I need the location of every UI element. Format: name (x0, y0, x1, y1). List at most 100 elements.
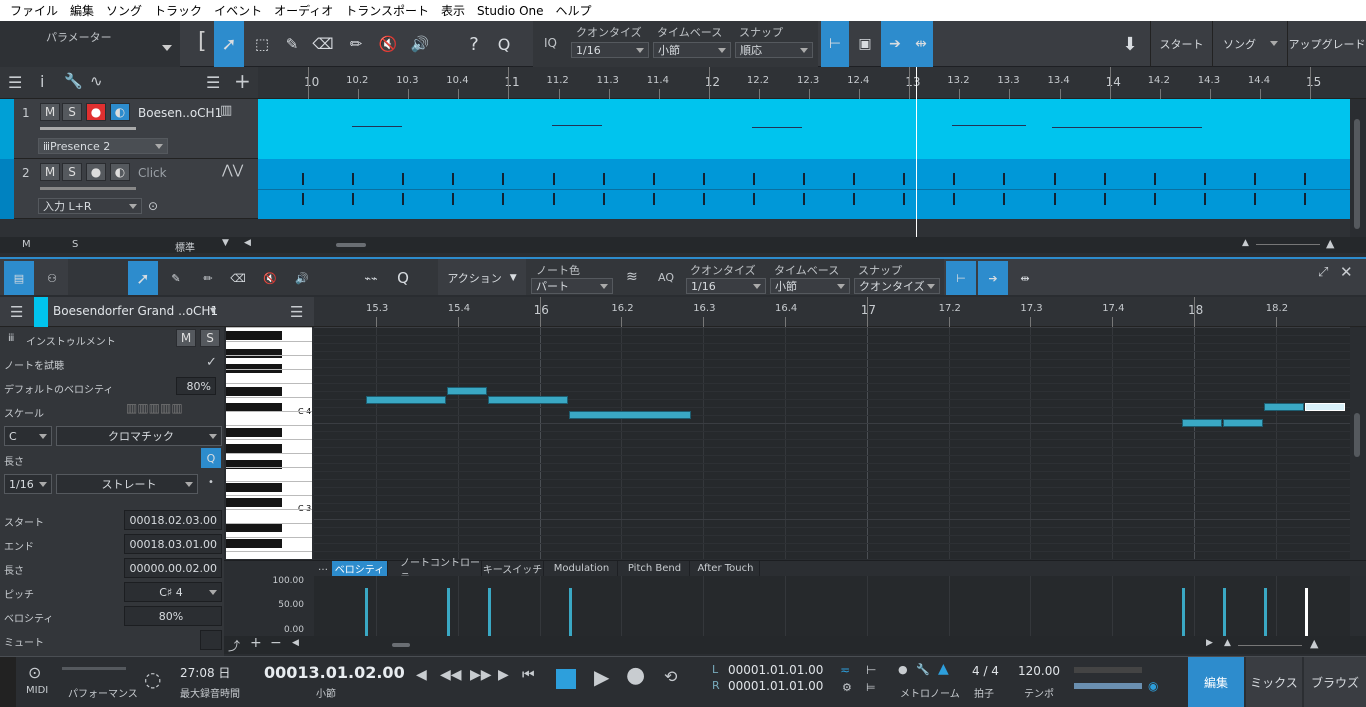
midi-note[interactable] (447, 387, 487, 395)
record-arm-button[interactable]: ● (86, 163, 106, 181)
selected-midi-note[interactable] (1305, 403, 1345, 411)
eraser-tool-button[interactable]: ⌫ (308, 21, 338, 67)
chevron-down-icon[interactable]: ▼ (222, 238, 229, 248)
editor-mute-tool[interactable]: 🔇 (256, 261, 284, 295)
monitor-button[interactable]: ◐ (110, 103, 130, 121)
controller-tab[interactable]: Modulation (546, 561, 618, 576)
precount-icon[interactable]: ⊢ (866, 663, 876, 677)
black-key[interactable] (226, 349, 282, 358)
black-key[interactable] (226, 498, 282, 507)
arrow-tool-button[interactable]: ➚ (214, 21, 244, 67)
monitor-button[interactable]: ◐ (110, 163, 130, 181)
record-icon[interactable]: ● (626, 663, 645, 688)
step-record-button[interactable]: ⌁⌁ (356, 261, 386, 295)
editor-hscroll-thumb[interactable] (392, 643, 410, 647)
arrow-left-icon[interactable]: ◀ (244, 238, 251, 248)
controller-tab[interactable]: After Touch (692, 561, 760, 576)
list-icon[interactable]: ☰ (290, 303, 303, 321)
controller-tab[interactable]: ノートコントローラー (400, 558, 482, 584)
menu-item[interactable]: オーディオ (268, 2, 339, 19)
forward-icon[interactable]: ▶▶ (470, 667, 492, 683)
black-key[interactable] (226, 331, 282, 340)
mute-tool-button[interactable]: 🔇 (374, 21, 402, 67)
track-2-event[interactable] (258, 159, 1357, 219)
footer-mute[interactable]: M (22, 239, 31, 250)
arrow-left-icon[interactable]: ◀ (292, 638, 299, 648)
arrange-hscroll[interactable] (264, 241, 1348, 249)
metronome-icon[interactable]: ▲ (938, 661, 949, 677)
editor-zoom-slider[interactable] (1238, 645, 1302, 646)
editor-follow-button[interactable]: ➔ (978, 261, 1008, 295)
listen-tool-button[interactable]: 🔊 (406, 21, 434, 67)
start-field[interactable]: 00018.02.03.00 (124, 510, 222, 530)
input-select[interactable]: 入力 L+R (38, 198, 142, 214)
humanize-icon[interactable]: ≋ (626, 269, 638, 285)
edit-view-button[interactable]: 編集 (1188, 657, 1244, 707)
stop-button[interactable] (556, 669, 576, 689)
editor-arrow-tool[interactable]: ➚ (128, 261, 158, 295)
upgrade-button[interactable]: アップグレード (1287, 21, 1366, 67)
black-key[interactable] (226, 428, 282, 437)
tempo-value[interactable]: 120.00 (1018, 664, 1060, 678)
split-button[interactable]: ⇹ (909, 21, 933, 67)
mix-view-button[interactable]: ミックス (1246, 657, 1302, 707)
menu-item[interactable]: Studio One (471, 4, 549, 18)
velocity-bar[interactable] (447, 588, 450, 636)
list-icon[interactable]: ☰ (206, 73, 220, 92)
automation-icon[interactable]: ∿ (90, 72, 103, 90)
midi-note[interactable] (488, 396, 568, 404)
menu-item[interactable]: ファイル (4, 2, 64, 19)
loop-start-value[interactable]: 00001.01.01.00 (728, 663, 823, 677)
return-to-zero-icon[interactable]: ◀ (416, 667, 427, 683)
help-button[interactable]: ? (460, 21, 488, 67)
editor-split-button[interactable]: ⇹ (1010, 261, 1040, 295)
checkmark-icon[interactable]: ✓ (206, 355, 217, 370)
track-name[interactable]: Boesen..oCH1 (138, 106, 222, 120)
menu-item[interactable]: トラック (148, 2, 208, 19)
black-key[interactable] (226, 387, 282, 396)
end-icon[interactable]: ▶ (498, 667, 509, 683)
midi-note[interactable] (1264, 403, 1304, 411)
black-key[interactable] (226, 523, 282, 532)
play-icon[interactable]: ▶ (594, 665, 609, 689)
browse-view-button[interactable]: ブラウズ (1304, 657, 1366, 707)
editor-vscroll[interactable] (1350, 327, 1366, 559)
midi-note[interactable] (366, 396, 446, 404)
rewind-icon[interactable]: ◀◀ (440, 667, 462, 683)
zoom-out-icon[interactable]: ▲ (1224, 638, 1231, 648)
close-icon[interactable]: ✕ (1340, 263, 1353, 281)
loop-icon[interactable]: ⟲ (664, 667, 677, 686)
selected-velocity-bar[interactable] (1305, 588, 1308, 636)
footer-solo[interactable]: S (72, 239, 78, 250)
menu-icon[interactable]: ☰ (8, 73, 22, 92)
track-header-2[interactable]: 2 M S ● ◐ Click ⋀⋁ 入力 L+R ⊙ (0, 159, 258, 219)
scale-keyboard-icon[interactable]: ▥▥▥▥▥ (126, 401, 183, 415)
timing-icon[interactable]: ⊨ (866, 681, 876, 694)
output-toggle-icon[interactable]: ◉ (1148, 679, 1158, 693)
snap-select[interactable]: 順応 (735, 42, 813, 58)
editor-quantize-select[interactable]: 1/16 (686, 278, 766, 294)
velocity-bar[interactable] (569, 588, 572, 636)
curve-icon[interactable]: ⤴ (228, 637, 240, 654)
info-icon[interactable]: i (40, 72, 44, 91)
controller-tab[interactable]: ベロシティ (332, 561, 388, 576)
inspector-solo-button[interactable]: S (200, 329, 220, 347)
metronome-dot-icon[interactable]: ● (898, 663, 908, 676)
black-key[interactable] (226, 483, 282, 492)
quantize-button[interactable]: Q (490, 21, 518, 67)
arrange-ruler[interactable]: 10 10.2 10.3 10.4 11 11.2 11.3 11.4 12 12.2 12.3 12… (258, 67, 1366, 99)
velocity-lane[interactable] (314, 576, 1350, 636)
arrange-vscroll[interactable] (1350, 99, 1366, 237)
default-velocity-field[interactable]: 80% (176, 377, 216, 395)
velocity-bar[interactable] (488, 588, 491, 636)
zoom-in-icon[interactable]: ▲ (1326, 237, 1334, 250)
volume-fader[interactable] (40, 127, 136, 130)
scale-root-select[interactable]: C (4, 426, 52, 446)
track-size-label[interactable]: 標準 (175, 239, 195, 254)
zoom-in-icon[interactable]: ▲ (1310, 637, 1318, 650)
add-lane-icon[interactable]: + (250, 635, 262, 651)
paint-tool-button[interactable]: ✏ (342, 21, 370, 67)
track-1-event[interactable] (258, 99, 1350, 159)
menu-icon[interactable]: ☰ (10, 303, 23, 321)
solo-button[interactable]: S (62, 103, 82, 121)
